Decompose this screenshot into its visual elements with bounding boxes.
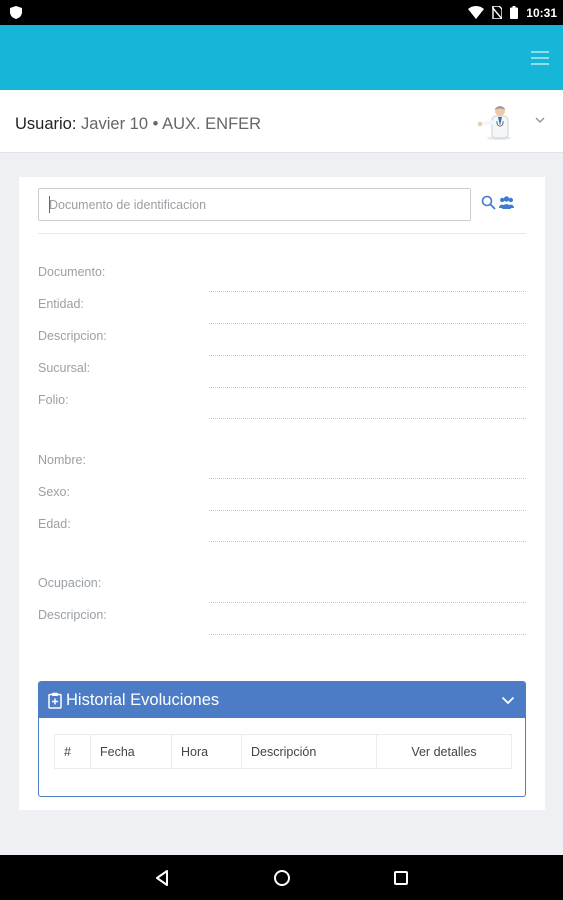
no-sim-icon	[492, 6, 503, 19]
user-name: Javier 10	[81, 115, 148, 133]
field-label-edad: Edad:	[38, 517, 71, 531]
app-bar	[0, 25, 563, 90]
back-button[interactable]	[152, 867, 174, 889]
field-value-nombre	[209, 478, 526, 479]
field-value-sexo	[209, 510, 526, 511]
field-value-descripcion-2	[209, 634, 526, 635]
patient-card: Documento: Entidad: Descripcion: Sucursa…	[19, 177, 545, 810]
text-cursor	[49, 196, 50, 213]
field-value-folio	[209, 418, 526, 419]
history-table: # Fecha Hora Descripción Ver detalles	[54, 734, 512, 769]
field-label-sucursal: Sucursal:	[38, 361, 91, 375]
field-label-nombre: Nombre:	[38, 453, 86, 467]
field-label-ocupacion: Ocupacion:	[38, 576, 102, 590]
hamburger-icon[interactable]	[531, 51, 549, 65]
field-label-folio: Folio:	[38, 393, 69, 407]
table-header-row: # Fecha Hora Descripción Ver detalles	[54, 734, 512, 769]
status-time: 10:31	[526, 5, 557, 20]
field-value-sucursal	[209, 387, 526, 388]
chevron-down-icon[interactable]	[534, 114, 546, 126]
user-role: AUX. ENFER	[162, 115, 262, 133]
recents-button[interactable]	[390, 867, 412, 889]
users-icon[interactable]	[499, 196, 514, 209]
column-header-fecha: Fecha	[90, 734, 172, 769]
user-separator: •	[152, 115, 159, 133]
status-bar: 10:31	[0, 0, 563, 25]
document-search-input[interactable]	[38, 188, 471, 221]
history-panel: Historial Evoluciones # Fecha Hora Descr…	[38, 681, 526, 797]
home-button[interactable]	[271, 867, 293, 889]
doctor-avatar[interactable]	[476, 104, 516, 140]
history-header[interactable]: Historial Evoluciones	[39, 682, 525, 718]
column-header-descripcion: Descripción	[241, 734, 377, 769]
field-label-descripcion: Descripcion:	[38, 329, 107, 343]
user-info: Usuario: Javier 10 • AUX. ENFER	[15, 115, 261, 134]
user-bar: Usuario: Javier 10 • AUX. ENFER	[0, 90, 563, 153]
field-value-entidad	[209, 323, 526, 324]
clipboard-icon	[48, 692, 62, 709]
column-header-ver-detalles: Ver detalles	[376, 734, 512, 769]
divider	[38, 233, 526, 234]
wifi-icon	[468, 6, 485, 19]
field-label-documento: Documento:	[38, 265, 106, 279]
search-icon[interactable]	[481, 195, 496, 210]
chevron-down-icon[interactable]	[501, 694, 515, 706]
field-value-documento	[209, 291, 526, 292]
field-label-sexo: Sexo:	[38, 485, 70, 499]
history-title: Historial Evoluciones	[66, 691, 220, 709]
column-header-hora: Hora	[171, 734, 242, 769]
battery-icon	[510, 6, 519, 19]
field-value-descripcion	[209, 355, 526, 356]
shield-icon	[10, 6, 22, 19]
user-label: Usuario:	[15, 115, 77, 133]
navigation-bar	[0, 855, 563, 900]
field-value-edad	[209, 541, 526, 542]
column-header-number: #	[54, 734, 91, 769]
field-label-descripcion-2: Descripcion:	[38, 608, 107, 622]
field-label-entidad: Entidad:	[38, 297, 84, 311]
field-value-ocupacion	[209, 602, 526, 603]
